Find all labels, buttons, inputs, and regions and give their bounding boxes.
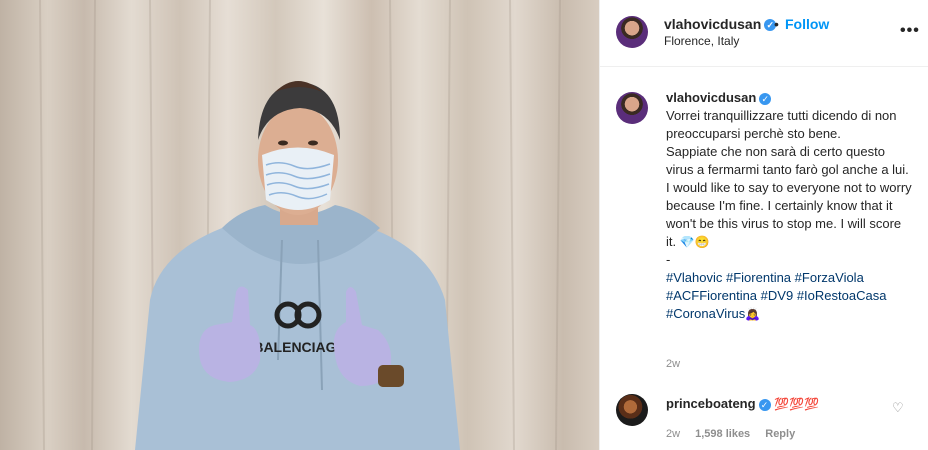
hashtag-link[interactable]: #ACFFiorentina	[666, 288, 757, 303]
comment-meta: 2w 1,598 likes Reply	[666, 428, 807, 440]
caption-username[interactable]: vlahovicdusan	[666, 90, 756, 105]
author-username[interactable]: vlahovicdusan ✓	[664, 16, 777, 32]
hashtag-link[interactable]: #CoronaVirus	[666, 306, 745, 321]
separator-dot: •	[774, 16, 779, 32]
follow-button[interactable]: Follow	[785, 16, 829, 32]
post-caption: vlahovicdusan ✓ Vorrei tranquillizzare tu…	[666, 90, 912, 323]
commenter-avatar[interactable]	[616, 394, 648, 426]
instagram-post: BALENCIAGA vlahovicdusan ✓ • Follow Flore…	[0, 0, 928, 450]
caption-hashtags: #Vlahovic #Fiorentina #ForzaViola #ACFFi…	[666, 269, 912, 323]
post-photo[interactable]: BALENCIAGA	[0, 0, 599, 450]
hashtag-emoji: 🙇‍♀️	[745, 307, 761, 321]
hashtag-link[interactable]: #ForzaViola	[795, 270, 864, 285]
hashtag-link[interactable]: #Vlahovic	[666, 270, 722, 285]
comment-likes[interactable]: 1,598 likes	[695, 428, 750, 440]
hashtag-link[interactable]: #DV9	[761, 288, 794, 303]
author-avatar[interactable]	[616, 16, 648, 48]
hashtag-link[interactable]: #IoRestoaCasa	[797, 288, 887, 303]
caption-line-1: Vorrei tranquillizzare tutti dicendo di …	[666, 108, 897, 141]
caption-time[interactable]: 2w	[666, 358, 680, 370]
verified-badge-icon: ✓	[758, 398, 771, 411]
caption-line-4: -	[666, 252, 671, 267]
comment-body: princeboateng ✓ 💯💯💯	[666, 396, 819, 411]
comment-text: 💯💯💯	[774, 397, 820, 411]
commenter-username[interactable]: princeboateng	[666, 396, 756, 411]
heart-icon[interactable]: ♡	[892, 400, 904, 416]
reply-button[interactable]: Reply	[765, 428, 795, 440]
comment-time[interactable]: 2w	[666, 428, 680, 440]
photo-illustration: BALENCIAGA	[39, 0, 561, 450]
hashtag-link[interactable]: #Fiorentina	[726, 270, 791, 285]
verified-badge-icon: ✓	[759, 92, 772, 105]
post-sidebar: vlahovicdusan ✓ • Follow Florence, Italy …	[599, 0, 928, 450]
post-location[interactable]: Florence, Italy	[664, 34, 739, 48]
caption-line-2: Sappiate che non sarà di certo questo vi…	[666, 144, 909, 177]
hoodie-logo-text: BALENCIAGA	[253, 339, 346, 355]
more-options-icon[interactable]: •••	[900, 22, 920, 40]
caption-avatar[interactable]	[616, 92, 648, 124]
author-username-text[interactable]: vlahovicdusan	[664, 16, 761, 32]
post-header: vlahovicdusan ✓ • Follow Florence, Italy …	[600, 0, 928, 67]
caption-emoji: 💎😁	[679, 235, 710, 249]
